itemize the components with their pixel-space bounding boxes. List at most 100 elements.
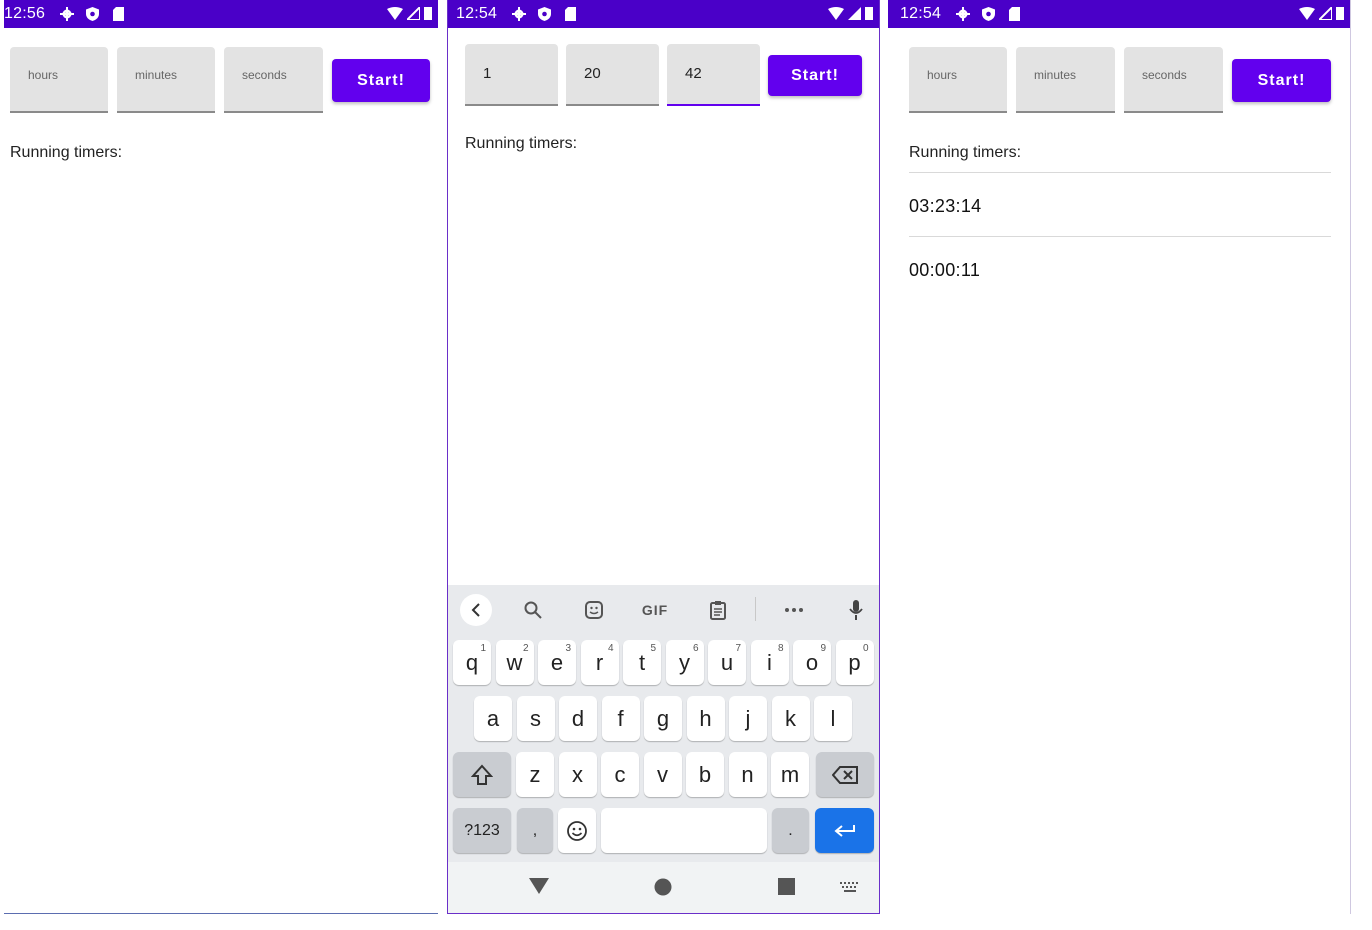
settings-icon bbox=[955, 7, 970, 22]
navigation-bar bbox=[448, 862, 879, 913]
sd-card-icon bbox=[563, 7, 578, 22]
key-s[interactable]: s bbox=[516, 696, 555, 741]
enter-key[interactable] bbox=[815, 808, 874, 853]
key-l[interactable]: l bbox=[814, 696, 852, 741]
hours-value: 1 bbox=[483, 65, 492, 82]
settings-icon bbox=[59, 7, 74, 22]
more-icon[interactable] bbox=[778, 594, 810, 626]
key-c[interactable]: c bbox=[601, 752, 639, 797]
key-label: t bbox=[638, 649, 646, 675]
back-icon[interactable] bbox=[460, 594, 492, 626]
key-f[interactable]: f bbox=[601, 696, 640, 741]
signal-icon bbox=[848, 6, 861, 25]
key-m[interactable]: m bbox=[771, 752, 809, 797]
hours-input[interactable]: 1 bbox=[465, 44, 558, 106]
wifi-icon bbox=[387, 6, 403, 25]
key-label: y bbox=[679, 649, 690, 675]
key-t[interactable]: t5 bbox=[623, 640, 661, 685]
gif-button[interactable]: GIF bbox=[639, 594, 671, 626]
shift-key[interactable] bbox=[453, 752, 511, 797]
battery-icon bbox=[424, 6, 432, 25]
signal-icon bbox=[404, 4, 421, 25]
key-y[interactable]: y6 bbox=[665, 640, 704, 685]
seconds-placeholder: seconds bbox=[242, 68, 287, 82]
key-e[interactable]: e3 bbox=[538, 640, 576, 685]
search-icon[interactable] bbox=[517, 594, 549, 626]
key-hint: 3 bbox=[565, 643, 571, 654]
key-k[interactable]: k bbox=[771, 696, 810, 741]
seconds-value: 42 bbox=[685, 65, 702, 82]
key-a[interactable]: a bbox=[474, 696, 512, 741]
comma-key[interactable]: , bbox=[517, 808, 553, 853]
seconds-input[interactable]: 42 bbox=[667, 44, 760, 106]
seconds-placeholder: seconds bbox=[1142, 68, 1187, 82]
key-q[interactable]: q1 bbox=[453, 640, 491, 685]
status-bar: 12:54 bbox=[888, 0, 1350, 28]
key-o[interactable]: o9 bbox=[793, 640, 831, 685]
key-i[interactable]: i8 bbox=[750, 640, 789, 685]
key-hint: 2 bbox=[522, 643, 529, 654]
key-v[interactable]: v bbox=[643, 752, 682, 797]
home-nav-icon[interactable] bbox=[654, 878, 672, 896]
toolbar-divider bbox=[755, 597, 756, 621]
key-d[interactable]: d bbox=[559, 696, 597, 741]
key-w[interactable]: w2 bbox=[495, 640, 534, 685]
minutes-value: 20 bbox=[584, 65, 601, 82]
hours-placeholder: hours bbox=[927, 68, 958, 82]
list-divider bbox=[909, 236, 1331, 237]
key-p[interactable]: p0 bbox=[835, 640, 874, 685]
period-key[interactable]: . bbox=[772, 808, 809, 853]
key-label: u bbox=[720, 649, 734, 675]
screen-1: 12:56 hours minutes seconds Start! Runni… bbox=[4, 0, 438, 914]
mic-icon[interactable] bbox=[840, 594, 872, 626]
space-key[interactable] bbox=[601, 808, 767, 853]
hours-input[interactable]: hours bbox=[909, 47, 1007, 113]
minutes-input[interactable]: 20 bbox=[566, 44, 659, 106]
wifi-icon bbox=[1299, 6, 1315, 25]
sticker-icon[interactable] bbox=[578, 594, 610, 626]
start-button[interactable]: Start! bbox=[1232, 59, 1331, 102]
key-x[interactable]: x bbox=[558, 752, 597, 797]
status-time: 12:54 bbox=[900, 5, 942, 22]
key-j[interactable]: j bbox=[729, 696, 767, 741]
hours-placeholder: hours bbox=[28, 68, 59, 82]
seconds-input[interactable]: seconds bbox=[1124, 47, 1223, 113]
screen-3: 12:54 hours minutes seconds Start! Runni… bbox=[888, 0, 1351, 914]
start-button[interactable]: Start! bbox=[332, 59, 430, 102]
minutes-input[interactable]: minutes bbox=[1016, 47, 1115, 113]
key-b[interactable]: b bbox=[686, 752, 724, 797]
key-r[interactable]: r4 bbox=[580, 640, 619, 685]
shield-icon bbox=[85, 7, 100, 22]
key-label: q bbox=[465, 649, 479, 675]
backspace-key[interactable] bbox=[816, 752, 874, 797]
timer-item: 03:23:14 bbox=[909, 196, 982, 216]
key-g[interactable]: g bbox=[644, 696, 682, 741]
key-h[interactable]: h bbox=[686, 696, 725, 741]
key-hint: 5 bbox=[650, 643, 656, 654]
status-time: 12:54 bbox=[456, 5, 498, 22]
key-z[interactable]: z bbox=[516, 752, 554, 797]
symbols-key[interactable]: ?123 bbox=[453, 808, 511, 853]
running-timers-label: Running timers: bbox=[10, 144, 123, 161]
clipboard-icon[interactable] bbox=[702, 594, 734, 626]
hours-input[interactable]: hours bbox=[10, 47, 108, 113]
back-nav-icon[interactable] bbox=[529, 878, 549, 894]
key-n[interactable]: n bbox=[728, 752, 767, 797]
keyboard-toolbar: GIF bbox=[448, 585, 879, 633]
key-hint: 8 bbox=[777, 643, 784, 654]
running-timers-label: Running timers: bbox=[909, 144, 1022, 161]
emoji-key[interactable] bbox=[558, 808, 596, 853]
seconds-input[interactable]: seconds bbox=[224, 47, 323, 113]
sd-card-icon bbox=[1007, 7, 1022, 22]
status-time: 12:56 bbox=[4, 5, 46, 22]
key-label: p bbox=[848, 649, 861, 675]
recents-nav-icon[interactable] bbox=[778, 878, 795, 895]
start-button[interactable]: Start! bbox=[768, 55, 862, 96]
minutes-input[interactable]: minutes bbox=[117, 47, 215, 113]
key-u[interactable]: u7 bbox=[708, 640, 746, 685]
status-bar: 12:56 bbox=[4, 0, 438, 28]
shield-icon bbox=[981, 7, 996, 22]
running-timers-label: Running timers: bbox=[465, 135, 578, 152]
keyboard-switch-icon[interactable] bbox=[840, 882, 860, 894]
battery-icon bbox=[1336, 6, 1344, 25]
